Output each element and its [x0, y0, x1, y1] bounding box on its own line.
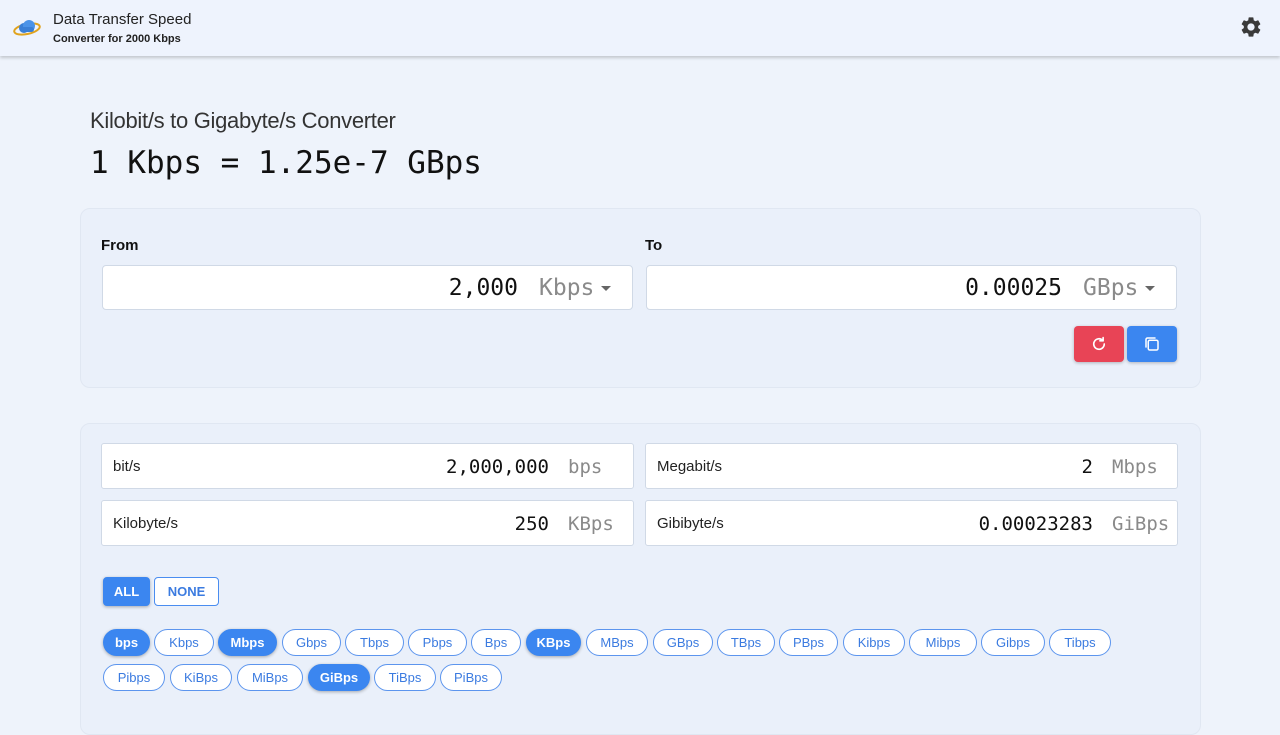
chevron-down-icon[interactable] [601, 286, 611, 291]
unit-chip[interactable]: GiBps [308, 664, 370, 691]
unit-chip[interactable]: Mibps [909, 629, 977, 656]
result-unit: GiBps [1112, 513, 1170, 535]
unit-chip[interactable]: PBps [779, 629, 838, 656]
conversion-formula: 1 Kbps = 1.25e-7 GBps [90, 145, 482, 181]
unit-chip[interactable]: PiBps [440, 664, 502, 691]
unit-chip[interactable]: Kibps [843, 629, 905, 656]
result-row[interactable]: Gibibyte/s 0.00023283 GiBps [645, 500, 1178, 546]
result-value[interactable]: 0.00023283 [979, 513, 1093, 535]
unit-chip[interactable]: KiBps [170, 664, 232, 691]
to-input[interactable]: 0.00025 GBps [646, 265, 1177, 310]
unit-chip[interactable]: TiBps [374, 664, 436, 691]
to-unit-select[interactable]: GBps [1083, 275, 1138, 301]
unit-chip[interactable]: bps [103, 629, 150, 656]
result-value[interactable]: 250 [515, 513, 549, 535]
unit-chip[interactable]: Gbps [282, 629, 341, 656]
to-value[interactable]: 0.00025 [965, 275, 1062, 301]
unit-chip[interactable]: MiBps [237, 664, 303, 691]
app-header: Data Transfer Speed Converter for 2000 K… [0, 0, 1280, 56]
unit-chip[interactable]: KBps [526, 629, 581, 656]
result-unit: bps [568, 456, 603, 478]
from-input[interactable]: 2,000 Kbps [102, 265, 633, 310]
cloud-logo-icon [13, 20, 41, 36]
result-label: Megabit/s [657, 458, 723, 475]
unit-chip[interactable]: Pibps [103, 664, 165, 691]
result-unit: Mbps [1112, 456, 1158, 478]
reset-button[interactable] [1074, 326, 1124, 362]
unit-chip[interactable]: Bps [471, 629, 521, 656]
to-label: To [645, 237, 663, 254]
result-unit: KBps [568, 513, 614, 535]
unit-chip[interactable]: GBps [653, 629, 713, 656]
from-label: From [101, 237, 139, 254]
from-unit-select[interactable]: Kbps [539, 275, 594, 301]
result-row[interactable]: Kilobyte/s 250 KBps [101, 500, 634, 546]
copy-button[interactable] [1127, 326, 1177, 362]
gear-icon[interactable] [1239, 15, 1263, 39]
unit-chip[interactable]: Gibps [981, 629, 1045, 656]
copy-icon [1145, 337, 1159, 351]
result-row[interactable]: bit/s 2,000,000 bps [101, 443, 634, 489]
select-none-button[interactable]: NONE [154, 577, 219, 606]
select-all-button[interactable]: ALL [103, 577, 150, 606]
result-label: bit/s [113, 458, 141, 475]
unit-chip[interactable]: Tibps [1049, 629, 1111, 656]
unit-chip[interactable]: Tbps [345, 629, 404, 656]
refresh-icon [1092, 336, 1106, 351]
result-value[interactable]: 2 [1082, 456, 1093, 478]
result-label: Kilobyte/s [113, 515, 179, 532]
from-value[interactable]: 2,000 [449, 275, 518, 301]
unit-chip[interactable]: MBps [586, 629, 648, 656]
unit-chip[interactable]: Mbps [218, 629, 277, 656]
app-subtitle: Converter for 2000 Kbps [53, 33, 181, 45]
result-value[interactable]: 2,000,000 [446, 456, 549, 478]
unit-chip[interactable]: TBps [717, 629, 775, 656]
app-title: Data Transfer Speed [53, 11, 192, 28]
result-label: Gibibyte/s [657, 515, 724, 532]
result-row[interactable]: Megabit/s 2 Mbps [645, 443, 1178, 489]
unit-chip[interactable]: Pbps [408, 629, 467, 656]
chevron-down-icon[interactable] [1145, 286, 1155, 291]
unit-chip[interactable]: Kbps [154, 629, 214, 656]
page-title: Kilobit/s to Gigabyte/s Converter [90, 108, 396, 133]
